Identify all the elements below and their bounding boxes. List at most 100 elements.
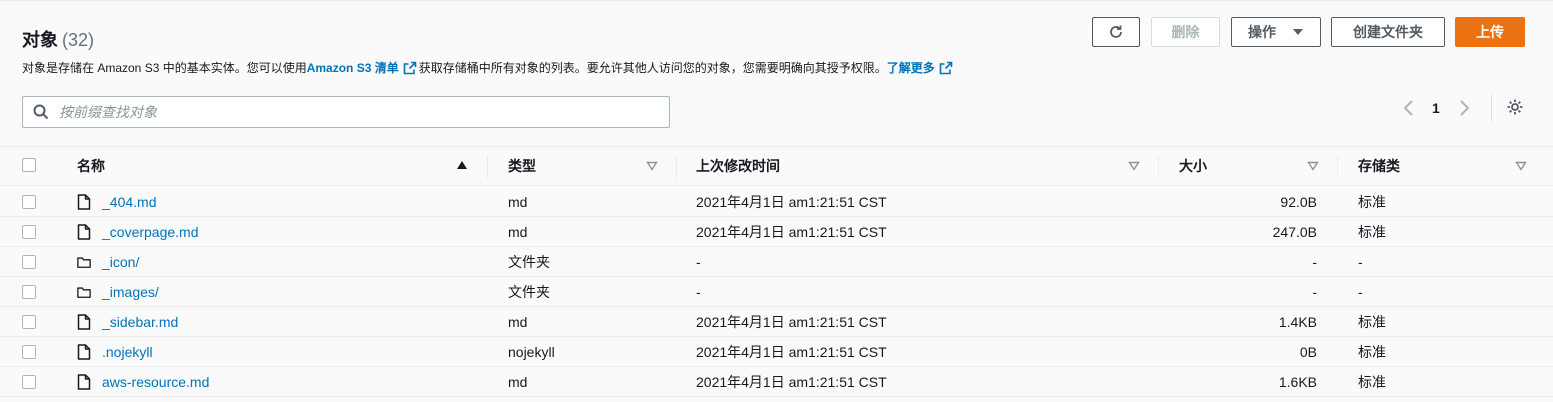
row-checkbox[interactable] [22,345,36,359]
column-separator [1337,156,1338,178]
column-separator [487,156,488,178]
delete-button[interactable]: 删除 [1151,17,1220,47]
row-checkbox[interactable] [22,255,36,269]
pager-divider [1491,95,1492,121]
page-title: 对象 (32) [22,26,94,52]
column-header-size[interactable]: 大小 [1179,147,1207,185]
object-name-link[interactable]: _icon/ [102,247,139,277]
create-folder-button[interactable]: 创建文件夹 [1331,17,1445,47]
object-type: md [508,374,528,390]
object-size: 1.4KB [1278,314,1317,330]
file-icon [77,194,91,210]
learn-more-link[interactable]: 了解更多 [887,59,935,76]
object-type: md [508,194,528,210]
object-modified: 2021年4月1日 am1:21:51 CST [696,194,887,210]
row-checkbox[interactable] [22,225,36,239]
select-all-checkbox[interactable] [22,158,36,172]
sort-icon[interactable] [646,161,658,171]
file-icon [77,224,91,240]
object-type: nojekyll [508,344,555,360]
refresh-button[interactable] [1092,17,1140,47]
column-separator [1158,156,1159,178]
table-row: _sidebar.md md 2021年4月1日 am1:21:51 CST 1… [0,307,1553,337]
file-icon [77,314,91,330]
object-type: 文件夹 [508,284,550,300]
table-row: _icon/ 文件夹 - - - [0,247,1553,277]
object-name-link[interactable]: .nojekyll [102,337,153,367]
chevron-left-icon[interactable] [1402,99,1416,117]
object-storage-class: 标准 [1358,374,1386,390]
object-name-link[interactable]: _sidebar.md [102,307,178,337]
objects-panel: 对象 (32) 对象是存储在 Amazon S3 中的基本实体。您可以使用 Ama… [0,0,1553,402]
table-header: 名称 类型 上次修改时间 大小 存储类 [0,146,1553,186]
actions-dropdown[interactable]: 操作 [1231,17,1321,47]
file-icon [77,374,91,390]
sort-icon[interactable] [1307,161,1319,171]
object-storage-class: - [1358,284,1363,300]
title-text: 对象 [22,30,58,50]
delete-label: 删除 [1171,24,1200,40]
upload-label: 上传 [1476,24,1504,40]
object-modified: 2021年4月1日 am1:21:51 CST [696,224,887,240]
table-row: aws-resource.md md 2021年4月1日 am1:21:51 C… [0,367,1553,397]
object-storage-class: 标准 [1358,194,1386,210]
folder-icon [77,287,91,298]
object-size: - [1312,284,1317,300]
sort-ascending-icon[interactable] [456,160,468,170]
object-size: 247.0B [1272,224,1317,240]
object-name-link[interactable]: _coverpage.md [102,217,199,247]
actions-label: 操作 [1248,24,1276,40]
object-name-link[interactable]: aws-resource.md [102,367,209,397]
row-checkbox[interactable] [22,315,36,329]
inventory-link[interactable]: Amazon S3 清单 [307,59,399,76]
row-checkbox[interactable] [22,195,36,209]
object-storage-class: - [1358,254,1363,270]
table-row: _images/ 文件夹 - - - [0,277,1553,307]
column-separator [676,156,677,178]
description: 对象是存储在 Amazon S3 中的基本实体。您可以使用 Amazon S3 … [22,59,955,76]
refresh-icon [1110,25,1122,38]
search-box[interactable] [22,96,670,128]
object-storage-class: 标准 [1358,314,1386,330]
object-storage-class: 标准 [1358,344,1386,360]
object-size: 1.6KB [1278,374,1317,390]
table-row: .nojekyll nojekyll 2021年4月1日 am1:21:51 C… [0,337,1553,367]
object-size: - [1312,254,1317,270]
file-icon [77,344,91,360]
object-size: 92.0B [1280,194,1317,210]
upload-button[interactable]: 上传 [1455,17,1525,47]
external-link-icon[interactable] [939,61,953,75]
object-count: (32) [62,30,95,50]
chevron-right-icon[interactable] [1457,99,1471,117]
description-part2: 获取存储桶中所有对象的列表。要允许其他人访问您的对象，您需要明确向其授予权限。 [418,61,887,75]
table-row: _coverpage.md md 2021年4月1日 am1:21:51 CST… [0,217,1553,247]
object-storage-class: 标准 [1358,224,1386,240]
external-link-icon[interactable] [403,61,417,75]
gear-icon[interactable] [1506,98,1524,116]
column-header-modified[interactable]: 上次修改时间 [696,147,780,185]
search-icon [33,104,49,120]
object-name-link[interactable]: _images/ [102,277,159,307]
description-part1: 对象是存储在 Amazon S3 中的基本实体。您可以使用 [22,61,307,75]
column-header-storage-class[interactable]: 存储类 [1358,147,1400,185]
pagination: 1 [1402,97,1471,119]
object-type: md [508,314,528,330]
search-input[interactable] [59,104,659,120]
object-size: 0B [1299,344,1317,360]
sort-icon[interactable] [1128,161,1140,171]
row-checkbox[interactable] [22,375,36,389]
sort-icon[interactable] [1515,161,1527,171]
object-name-link[interactable]: _404.md [102,187,156,217]
object-type: md [508,224,528,240]
row-checkbox[interactable] [22,285,36,299]
folder-icon [77,257,91,268]
current-page[interactable]: 1 [1432,100,1440,116]
object-modified: - [696,254,701,270]
object-type: 文件夹 [508,254,550,270]
column-header-name[interactable]: 名称 [77,147,105,185]
create-folder-label: 创建文件夹 [1353,24,1423,40]
object-modified: 2021年4月1日 am1:21:51 CST [696,344,887,360]
column-header-type[interactable]: 类型 [508,147,536,185]
object-modified: 2021年4月1日 am1:21:51 CST [696,314,887,330]
table-row: _404.md md 2021年4月1日 am1:21:51 CST 92.0B… [0,187,1553,217]
